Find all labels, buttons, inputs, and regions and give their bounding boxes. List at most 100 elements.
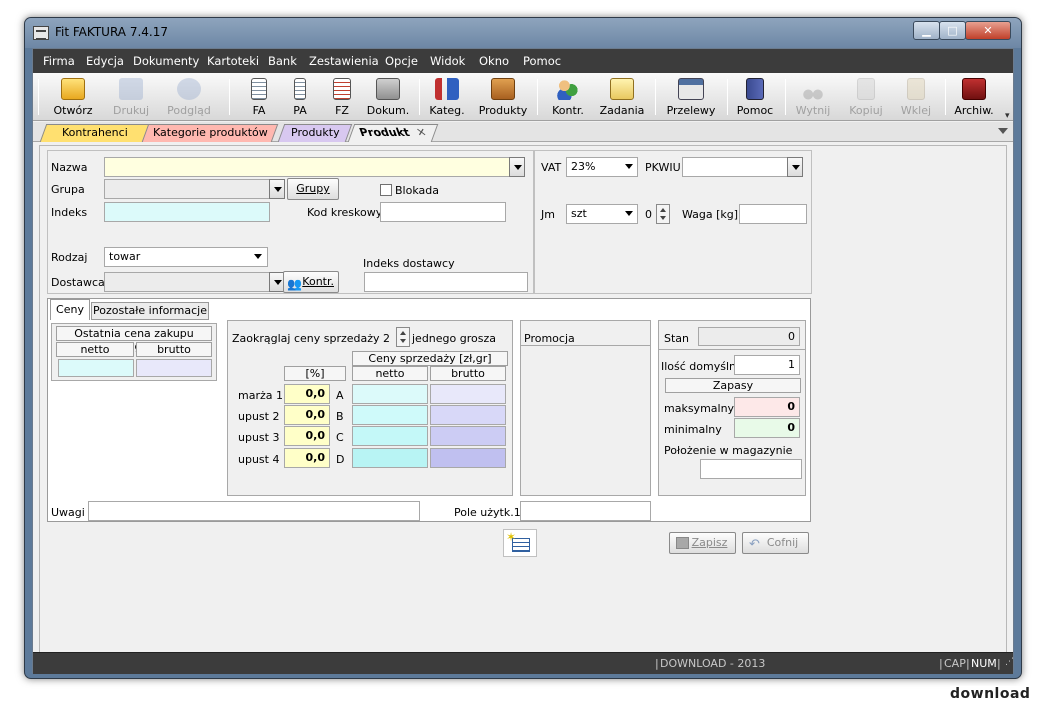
floppy-disk-icon [676, 537, 689, 549]
menu-pomoc[interactable]: Pomoc [523, 54, 561, 68]
tab-list-dropdown-icon[interactable] [998, 128, 1008, 134]
menu-firma[interactable]: Firma [43, 54, 75, 68]
title-bar[interactable]: Fit FAKTURA 7.4.17 ▁ □ ✕ [25, 18, 1021, 48]
tab-produkty[interactable]: Produkty [277, 124, 353, 142]
pkwiu-dropdown-button[interactable] [787, 157, 803, 177]
polozenie-label: Położenie w magazynie [664, 444, 793, 457]
menu-kartoteki[interactable]: Kartoteki [207, 54, 259, 68]
price-row-brutto[interactable] [430, 448, 506, 468]
zaokraglaj-spinner[interactable] [396, 327, 410, 347]
menu-zestawienia[interactable]: Zestawienia [309, 54, 379, 68]
last-purchase-brutto-header: brutto [136, 342, 212, 357]
price-row-netto[interactable] [352, 426, 428, 446]
toolbar-dokum-button[interactable]: Dokum. [363, 75, 413, 119]
nazwa-dropdown-button[interactable] [509, 157, 525, 177]
tab-close-icon[interactable]: ✕ [414, 125, 429, 141]
jm-precision-spinner[interactable] [656, 204, 670, 224]
status-separator: | [939, 657, 943, 670]
pole-uzytk-input[interactable] [520, 501, 651, 521]
grupy-button[interactable]: Grupy [287, 178, 339, 200]
toolbar-archiw-button[interactable]: Archiw. [949, 75, 999, 119]
price-row-percent[interactable]: 0,0 [284, 448, 330, 468]
price-row-label: marża 1 [238, 389, 283, 402]
purchase-invoice-fz-icon [333, 78, 351, 100]
ilosc-domyslna-input[interactable]: 1 [734, 355, 800, 375]
tab-kontrahenci[interactable]: Kontrahenci [39, 124, 151, 142]
grupa-dropdown-button[interactable] [269, 179, 285, 199]
price-row-brutto[interactable] [430, 426, 506, 446]
toolbar-overflow-chevron-icon[interactable]: ▾ [1005, 111, 1010, 121]
toolbar-kateg-button[interactable]: Kateg. [422, 75, 472, 119]
blokada-checkbox[interactable] [380, 184, 392, 196]
pkwiu-input[interactable] [682, 157, 788, 177]
nazwa-input[interactable] [104, 157, 510, 177]
price-row-label: upust 3 [238, 431, 280, 444]
price-row-letter: B [336, 410, 344, 423]
toolbar-przelewy-button[interactable]: Przelewy [666, 75, 716, 119]
menu-okno[interactable]: Okno [479, 54, 509, 68]
price-row-netto[interactable] [352, 405, 428, 425]
zapisz-button[interactable]: Zapisz [669, 532, 736, 554]
toolbar-drukuj-button[interactable]: Drukuj [106, 75, 156, 119]
toolbar-otworz-button[interactable]: Otwórz [48, 75, 98, 119]
resize-grip-icon[interactable]: ⋰ [1005, 657, 1014, 667]
uwagi-input[interactable] [88, 501, 420, 521]
toolbar-zadania-button[interactable]: Zadania [597, 75, 647, 119]
kod-kreskowy-input[interactable] [380, 202, 506, 222]
rodzaj-label: Rodzaj [51, 251, 88, 264]
dostawca-label: Dostawca [51, 276, 105, 289]
price-row-letter: A [336, 389, 344, 402]
documents-icon [376, 78, 400, 100]
minimalny-input[interactable]: 0 [734, 418, 800, 438]
price-row-netto[interactable] [352, 448, 428, 468]
indeks-input[interactable] [104, 202, 270, 222]
price-row-percent[interactable]: 0,0 [284, 384, 330, 404]
menu-bank[interactable]: Bank [268, 54, 297, 68]
vat-label: VAT [541, 161, 562, 174]
price-row-netto[interactable] [352, 384, 428, 404]
cofnij-button[interactable]: ↶ Cofnij [742, 532, 809, 554]
subtab-pozostale-informacje[interactable]: Pozostałe informacje [91, 302, 209, 320]
toolbar-kontr-button[interactable]: Kontr. [543, 75, 593, 119]
menu-dokumenty[interactable]: Dokumenty [133, 54, 199, 68]
app-icon[interactable] [33, 26, 49, 40]
close-button[interactable]: ✕ [965, 21, 1011, 40]
new-record-button[interactable]: ✶ [503, 529, 537, 557]
undo-icon: ↶ [749, 537, 760, 552]
menu-edycja[interactable]: Edycja [86, 54, 124, 68]
grupa-combo[interactable] [104, 179, 270, 199]
toolbar-pomoc-button[interactable]: Pomoc [730, 75, 780, 119]
tab-kategorie-produktow[interactable]: Kategorie produktów [141, 124, 279, 142]
last-purchase-brutto-value [136, 359, 212, 377]
rodzaj-select[interactable]: towar [104, 247, 268, 267]
price-row-percent[interactable]: 0,0 [284, 405, 330, 425]
toolbar-wklej-button[interactable]: Wklej [891, 75, 941, 119]
tasks-notepad-icon [610, 78, 634, 100]
price-row-brutto[interactable] [430, 405, 506, 425]
minimize-button[interactable]: ▁ [913, 21, 940, 40]
status-separator: | [997, 657, 1001, 670]
toolbar-kopiuj-button[interactable]: Kopiuj [841, 75, 891, 119]
download-watermark-logo: download [950, 686, 1049, 709]
maximize-button[interactable]: □ [939, 21, 966, 40]
polozenie-input[interactable] [700, 459, 802, 479]
price-row-percent[interactable]: 0,0 [284, 426, 330, 446]
tab-produkt[interactable]: Produkt ✕ [347, 124, 439, 142]
subtab-ceny[interactable]: Ceny [50, 299, 90, 320]
toolbar-produkty-button[interactable]: Produkty [478, 75, 528, 119]
maksymalny-input[interactable]: 0 [734, 397, 800, 417]
menu-opcje[interactable]: Opcje [385, 54, 418, 68]
waga-input[interactable] [739, 204, 807, 224]
menu-widok[interactable]: Widok [430, 54, 465, 68]
document-tabs: Kontrahenci Kategorie produktów Produkty… [33, 122, 1013, 142]
price-row-brutto[interactable] [430, 384, 506, 404]
indeks-dostawcy-input[interactable] [364, 272, 528, 292]
toolbar-wytnij-button[interactable]: Wytnij [788, 75, 838, 119]
kontr-button[interactable]: 👥 Kontr. [283, 271, 339, 293]
status-bar: | DOWNLOAD - 2013 | CAP | NUM | ⋰ [33, 652, 1014, 674]
folder-open-icon [61, 78, 85, 100]
status-download: DOWNLOAD - 2013 [660, 657, 766, 670]
sparkle-icon: ✶ [506, 530, 517, 544]
dostawca-combo[interactable] [104, 272, 270, 292]
toolbar-podglad-button[interactable]: Podgląd [164, 75, 214, 119]
